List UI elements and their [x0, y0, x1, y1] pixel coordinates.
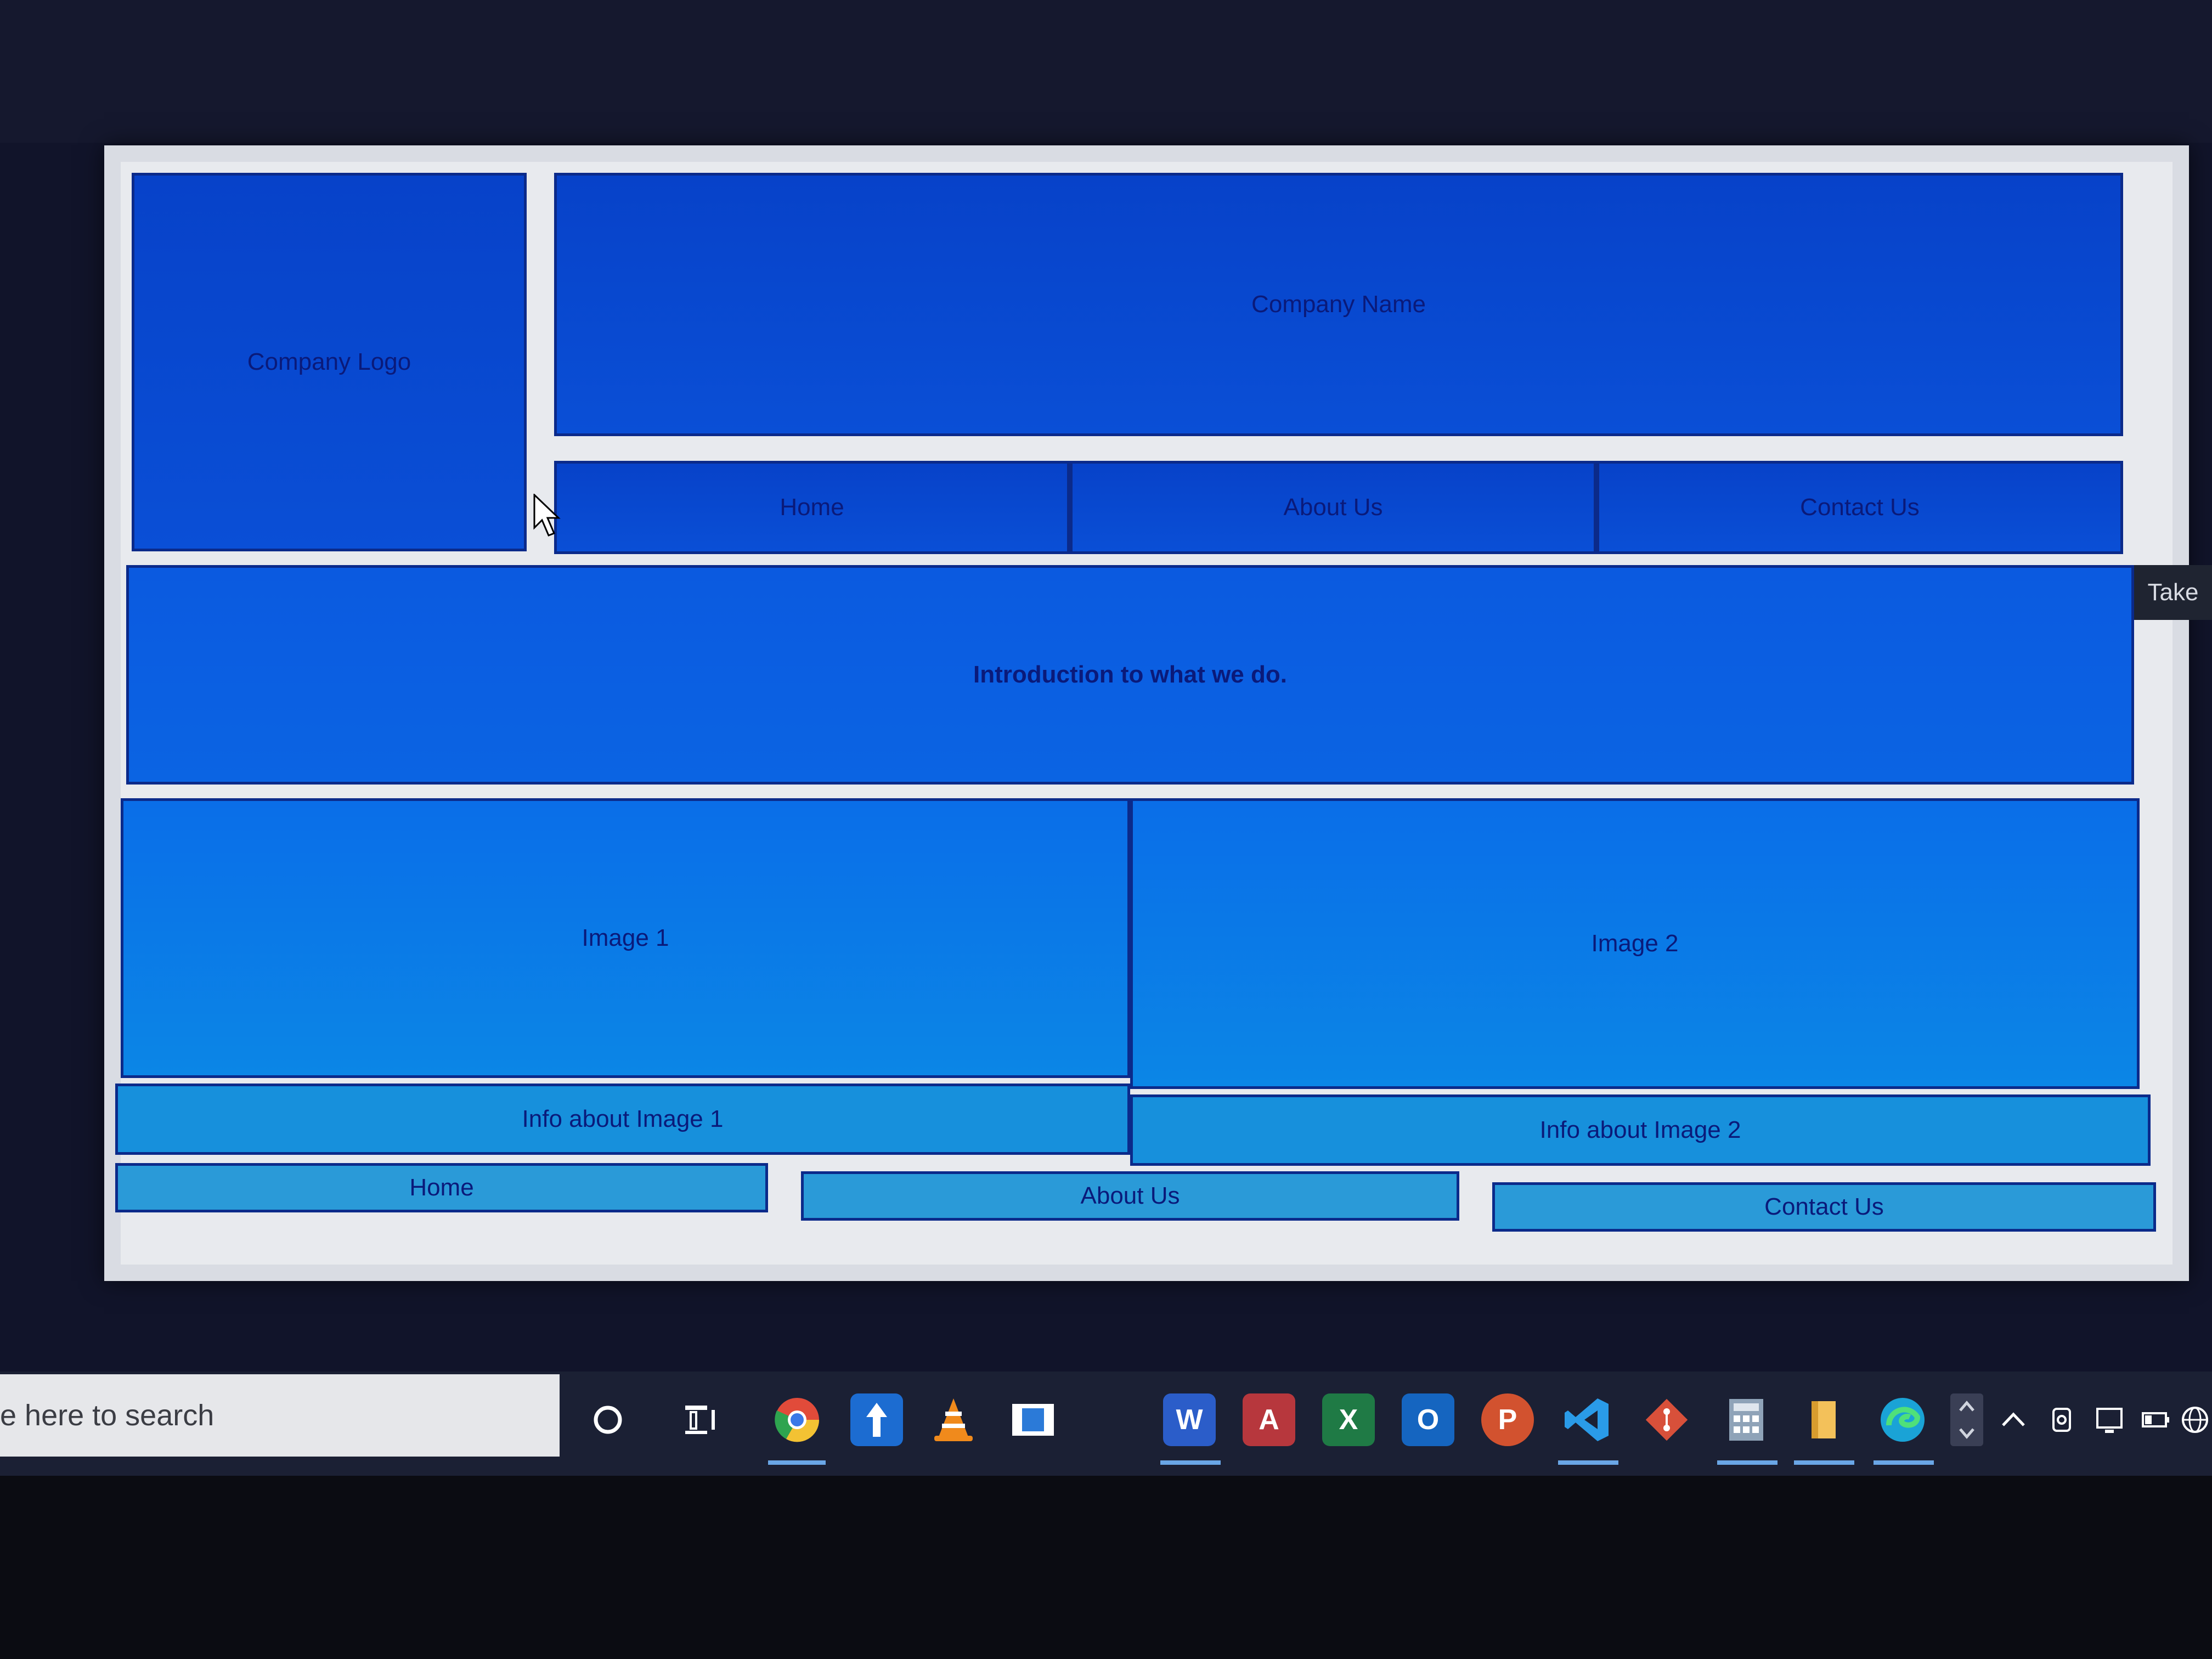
page-content: Company Logo Company Name Home About Us …: [115, 162, 2172, 1265]
edge-active-indicator: [1874, 1460, 1934, 1465]
side-tooltip[interactable]: Take: [2134, 565, 2212, 620]
screen-top-bezel: [0, 0, 2212, 143]
vscode-icon[interactable]: [1561, 1393, 1613, 1446]
nav-about-us[interactable]: About Us: [1070, 461, 1596, 554]
company-logo-box: Company Logo: [132, 173, 527, 551]
camera-tray-icon[interactable]: [2041, 1393, 2085, 1446]
image-1-info-box: Info about Image 1: [115, 1084, 1130, 1155]
image-1-info-label: Info about Image 1: [522, 1105, 724, 1132]
nav-home-label: Home: [780, 494, 844, 521]
outlook-icon[interactable]: O: [1402, 1393, 1454, 1446]
uploader-icon[interactable]: [850, 1393, 903, 1446]
image-2-label: Image 2: [1591, 930, 1679, 957]
image-2-info-box: Info about Image 2: [1130, 1094, 2151, 1166]
powerpoint-icon[interactable]: P: [1481, 1393, 1534, 1446]
word-icon[interactable]: W: [1163, 1393, 1216, 1446]
chrome-active-indicator: [768, 1460, 826, 1465]
company-logo-label: Company Logo: [247, 348, 411, 375]
image-1-box: Image 1: [121, 798, 1130, 1078]
outlook-icon-letter: O: [1417, 1404, 1440, 1436]
git-icon[interactable]: [1640, 1393, 1693, 1446]
network-tray-icon[interactable]: [2087, 1393, 2131, 1446]
footer-nav-about-us[interactable]: About Us: [801, 1171, 1459, 1221]
footer-nav-contact-us[interactable]: Contact Us: [1492, 1182, 2156, 1232]
show-hidden-icons-icon[interactable]: [1991, 1393, 2035, 1446]
calculator-icon[interactable]: [1720, 1393, 1773, 1446]
footer-nav-about-us-label: About Us: [1080, 1182, 1180, 1209]
footer-nav-home-label: Home: [409, 1174, 474, 1201]
calculator-active-indicator: [1717, 1460, 1778, 1465]
excel-icon-letter: X: [1339, 1404, 1358, 1436]
excel-icon[interactable]: X: [1322, 1393, 1375, 1446]
file-explorer-active-indicator: [1794, 1460, 1854, 1465]
task-view-icon[interactable]: [675, 1393, 727, 1446]
nav-contact-us-label: Contact Us: [1800, 494, 1920, 521]
nav-home[interactable]: Home: [554, 461, 1070, 554]
edge-icon[interactable]: [1876, 1393, 1929, 1446]
vlc-icon[interactable]: [927, 1393, 980, 1446]
browser-page: Company Logo Company Name Home About Us …: [104, 145, 2189, 1281]
side-tooltip-label: Take: [2147, 579, 2199, 606]
globe-tray-icon[interactable]: [2178, 1393, 2212, 1446]
taskbar-search-placeholder: e here to search: [0, 1399, 215, 1432]
screen-bottom-bezel: [0, 1476, 2212, 1659]
mouse-cursor-icon: [533, 494, 561, 537]
company-name-label: Company Name: [1251, 291, 1426, 318]
vscode-active-indicator: [1558, 1460, 1618, 1465]
store-icon[interactable]: [1007, 1393, 1059, 1446]
intro-label: Introduction to what we do.: [973, 661, 1287, 688]
cortana-icon[interactable]: [582, 1393, 634, 1446]
company-name-box: Company Name: [554, 173, 2123, 436]
nav-contact-us[interactable]: Contact Us: [1596, 461, 2123, 554]
footer-nav-home[interactable]: Home: [115, 1163, 768, 1212]
access-icon-letter: A: [1259, 1404, 1279, 1436]
powerpoint-icon-letter: P: [1498, 1404, 1517, 1436]
footer-nav-contact-us-label: Contact Us: [1764, 1193, 1884, 1220]
file-explorer-icon[interactable]: [1797, 1393, 1849, 1446]
battery-tray-icon[interactable]: [2137, 1393, 2175, 1446]
image-1-label: Image 1: [582, 924, 669, 951]
image-2-info-label: Info about Image 2: [1539, 1116, 1741, 1143]
chrome-icon[interactable]: [771, 1393, 823, 1446]
intro-box: Introduction to what we do.: [126, 565, 2134, 785]
taskbar-scroll-icon[interactable]: [1950, 1393, 1983, 1446]
word-active-indicator: [1160, 1460, 1221, 1465]
taskbar-search-box[interactable]: e here to search: [0, 1374, 560, 1457]
nav-about-us-label: About Us: [1283, 494, 1383, 521]
image-2-box: Image 2: [1130, 798, 2140, 1089]
word-icon-letter: W: [1176, 1404, 1203, 1436]
access-icon[interactable]: A: [1243, 1393, 1295, 1446]
